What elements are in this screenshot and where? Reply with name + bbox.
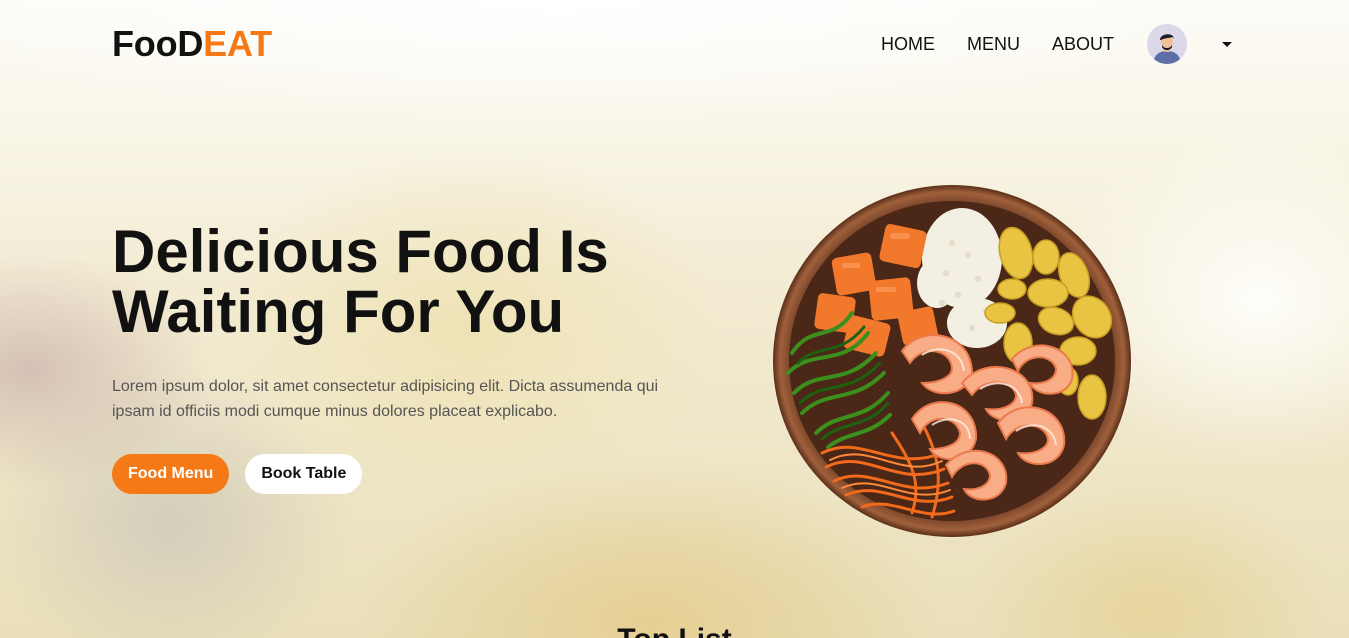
nav-link-about[interactable]: ABOUT [1052,34,1114,55]
logo[interactable]: FooDEAT [112,23,272,65]
logo-accent-text: EAT [203,23,272,64]
user-avatar[interactable] [1147,24,1187,64]
section-title: Top List [0,624,1349,638]
bowl-illustration [773,185,1131,537]
book-table-button[interactable]: Book Table [245,454,363,494]
food-bowl-image [772,183,1132,539]
avatar-icon [1147,24,1187,64]
food-menu-button[interactable]: Food Menu [112,454,230,494]
navbar: FooDEAT HOME MENU ABOUT [112,18,1237,70]
logo-text: FooD [112,23,204,64]
nav-link-home[interactable]: HOME [881,34,935,55]
nav-menu: HOME MENU ABOUT [881,24,1237,64]
nav-link-menu[interactable]: MENU [967,34,1020,55]
hero-actions: Food Menu Book Table [112,454,363,494]
caret-down-icon[interactable] [1222,41,1232,47]
hero-description: Lorem ipsum dolor, sit amet consectetur … [112,378,659,420]
hero-title: Delicious Food Is Waiting For You [112,218,609,345]
